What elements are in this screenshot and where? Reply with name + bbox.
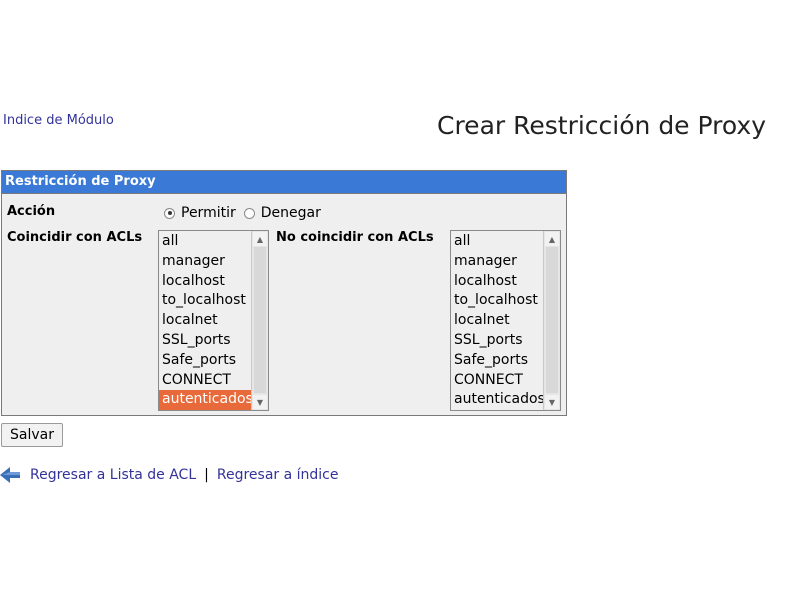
panel-title: Restricción de Proxy bbox=[2, 171, 566, 194]
match-acl-option[interactable]: localnet bbox=[159, 311, 251, 331]
chevron-down-icon[interactable]: ▼ bbox=[545, 395, 559, 409]
no-match-acl-option[interactable]: Safe_ports bbox=[451, 351, 543, 371]
restriction-form-panel: Restricción de Proxy Acción Permitir Den… bbox=[1, 170, 567, 416]
match-acls-label: Coincidir con ACLs bbox=[7, 230, 143, 245]
chevron-up-icon[interactable]: ▲ bbox=[545, 232, 559, 246]
no-match-acl-option[interactable]: manager bbox=[451, 252, 543, 272]
scroll-thumb[interactable] bbox=[546, 247, 558, 393]
module-index-link[interactable]: Indice de Módulo bbox=[3, 113, 114, 128]
match-acl-option[interactable]: manager bbox=[159, 252, 251, 272]
match-acl-option[interactable]: localhost bbox=[159, 272, 251, 292]
chevron-down-icon[interactable]: ▼ bbox=[253, 395, 267, 409]
action-label: Acción bbox=[7, 204, 56, 219]
no-match-acl-option[interactable]: localnet bbox=[451, 311, 543, 331]
match-acls-listbox[interactable]: all manager localhost to_localhost local… bbox=[158, 230, 269, 411]
scroll-thumb[interactable] bbox=[254, 247, 266, 393]
match-acl-option[interactable]: SSL_ports bbox=[159, 331, 251, 351]
no-match-acls-label: No coincidir con ACLs bbox=[276, 230, 434, 245]
match-acl-option[interactable]: to_localhost bbox=[159, 291, 251, 311]
no-match-acls-listbox[interactable]: all manager localhost to_localhost local… bbox=[450, 230, 561, 411]
bottom-navigation: Regresar a Lista de ACL | Regresar a índ… bbox=[0, 466, 338, 484]
no-match-acl-option[interactable]: CONNECT bbox=[451, 371, 543, 391]
no-match-acl-option[interactable]: to_localhost bbox=[451, 291, 543, 311]
deny-radio[interactable] bbox=[243, 207, 255, 219]
link-separator: | bbox=[204, 467, 209, 483]
no-match-acl-option[interactable]: autenticados bbox=[451, 390, 545, 410]
permit-radio-label[interactable]: Permitir bbox=[181, 205, 236, 221]
back-to-index-link[interactable]: Regresar a índice bbox=[217, 467, 339, 483]
page-title: Crear Restricción de Proxy bbox=[437, 111, 766, 140]
back-arrow-icon[interactable] bbox=[0, 466, 22, 484]
no-match-acl-option[interactable]: all bbox=[451, 232, 543, 252]
action-radio-group: Permitir Denegar bbox=[164, 205, 329, 221]
match-acl-option[interactable]: CONNECT bbox=[159, 371, 251, 391]
no-match-acls-scrollbar[interactable]: ▲ ▼ bbox=[543, 231, 560, 410]
match-acl-option[interactable]: all bbox=[159, 232, 251, 252]
match-acls-scrollbar[interactable]: ▲ ▼ bbox=[251, 231, 268, 410]
page: Indice de Módulo Crear Restricción de Pr… bbox=[0, 0, 800, 600]
back-to-acl-list-link[interactable]: Regresar a Lista de ACL bbox=[30, 467, 196, 483]
no-match-acl-option[interactable]: localhost bbox=[451, 272, 543, 292]
chevron-up-icon[interactable]: ▲ bbox=[253, 232, 267, 246]
save-button[interactable]: Salvar bbox=[1, 423, 63, 447]
match-acl-option[interactable]: Safe_ports bbox=[159, 351, 251, 371]
match-acl-option-selected[interactable]: autenticados bbox=[159, 390, 253, 410]
permit-radio[interactable] bbox=[164, 207, 175, 219]
deny-radio-label[interactable]: Denegar bbox=[261, 205, 321, 221]
no-match-acl-option[interactable]: SSL_ports bbox=[451, 331, 543, 351]
